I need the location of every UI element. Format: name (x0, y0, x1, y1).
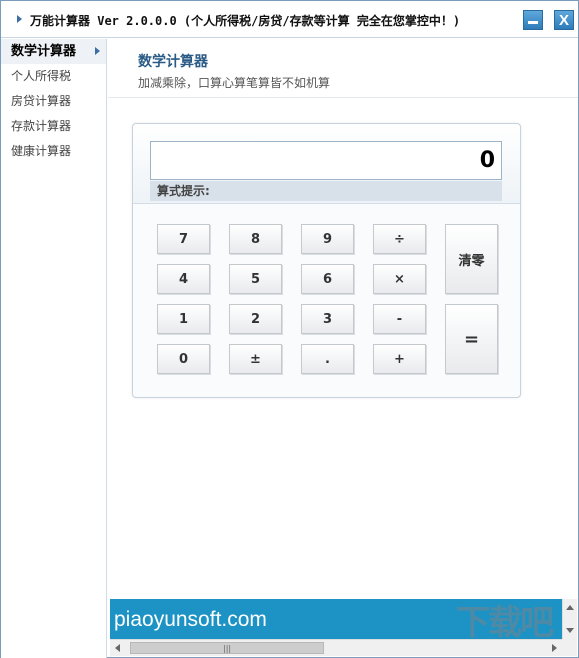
key-multiply[interactable]: × (373, 264, 426, 294)
scroll-down-icon[interactable] (566, 628, 574, 633)
app-window: 万能计算器 Ver 2.0.0.0 (个人所得税/房贷/存款等计算 完全在您掌控… (0, 0, 579, 658)
key-3[interactable]: 3 (301, 304, 354, 334)
key-7[interactable]: 7 (157, 224, 210, 254)
key-8[interactable]: 8 (229, 224, 282, 254)
key-6[interactable]: 6 (301, 264, 354, 294)
scroll-corner (562, 639, 577, 656)
minimize-button[interactable] (523, 10, 543, 30)
key-1[interactable]: 1 (157, 304, 210, 334)
scrollbar-thumb[interactable]: ||| (130, 642, 324, 654)
display-area: 0 算式提示: (133, 124, 520, 204)
sidebar-item-label: 个人所得税 (11, 69, 72, 83)
sidebar-item-deposit[interactable]: 存款计算器 (1, 114, 106, 139)
key-subtract[interactable]: - (373, 304, 426, 334)
banner-text: piaoyunsoft.com (114, 608, 267, 631)
title-bar: 万能计算器 Ver 2.0.0.0 (个人所得税/房贷/存款等计算 完全在您掌控… (1, 1, 578, 38)
scroll-right-icon[interactable] (552, 644, 557, 652)
key-4[interactable]: 4 (157, 264, 210, 294)
scroll-up-icon[interactable] (566, 605, 574, 610)
chevron-right-icon (95, 47, 100, 55)
equals-button[interactable]: = (445, 304, 498, 374)
sidebar-item-income-tax[interactable]: 个人所得税 (1, 64, 106, 89)
key-add[interactable]: + (373, 344, 426, 374)
sidebar-item-label: 数学计算器 (11, 44, 77, 59)
sidebar-item-label: 健康计算器 (11, 144, 72, 158)
sidebar-item-label: 存款计算器 (11, 119, 72, 133)
formula-hint: 算式提示: (150, 181, 502, 201)
vertical-scrollbar[interactable] (562, 599, 577, 639)
calculator-display: 0 (150, 141, 502, 180)
key-0[interactable]: 0 (157, 344, 210, 374)
close-button[interactable]: X (554, 10, 574, 30)
page-title: 数学计算器 (138, 54, 208, 70)
calculator-panel: 0 算式提示: 7 8 9 ÷ 清零 4 5 6 × 1 2 3 - = 0 ±… (132, 123, 521, 398)
sidebar-item-mortgage[interactable]: 房贷计算器 (1, 89, 106, 114)
page-subtitle: 加减乘除，口算心算笔算皆不如机算 (138, 76, 331, 90)
scroll-left-icon[interactable] (115, 644, 120, 652)
key-divide[interactable]: ÷ (373, 224, 426, 254)
clear-button[interactable]: 清零 (445, 224, 498, 294)
horizontal-scrollbar[interactable]: ||| (110, 639, 562, 656)
key-9[interactable]: 9 (301, 224, 354, 254)
page-header: 数学计算器 加减乘除，口算心算笔算皆不如机算 (108, 39, 578, 98)
window-title: 万能计算器 Ver 2.0.0.0 (个人所得税/房贷/存款等计算 完全在您掌控… (30, 14, 461, 28)
sidebar-item-label: 房贷计算器 (11, 94, 72, 108)
sidebar: 数学计算器 个人所得税 房贷计算器 存款计算器 健康计算器 (1, 39, 107, 658)
key-decimal[interactable]: . (301, 344, 354, 374)
key-2[interactable]: 2 (229, 304, 282, 334)
watermark-logo: 下载吧 (456, 604, 554, 642)
minimize-icon (528, 21, 538, 24)
grip-icon: ||| (223, 644, 232, 653)
close-icon: X (558, 11, 569, 29)
key-plus-minus[interactable]: ± (229, 344, 282, 374)
sidebar-item-health[interactable]: 健康计算器 (1, 139, 106, 164)
app-arrow-icon (17, 15, 22, 23)
key-5[interactable]: 5 (229, 264, 282, 294)
sidebar-item-math-calculator[interactable]: 数学计算器 (1, 39, 106, 64)
